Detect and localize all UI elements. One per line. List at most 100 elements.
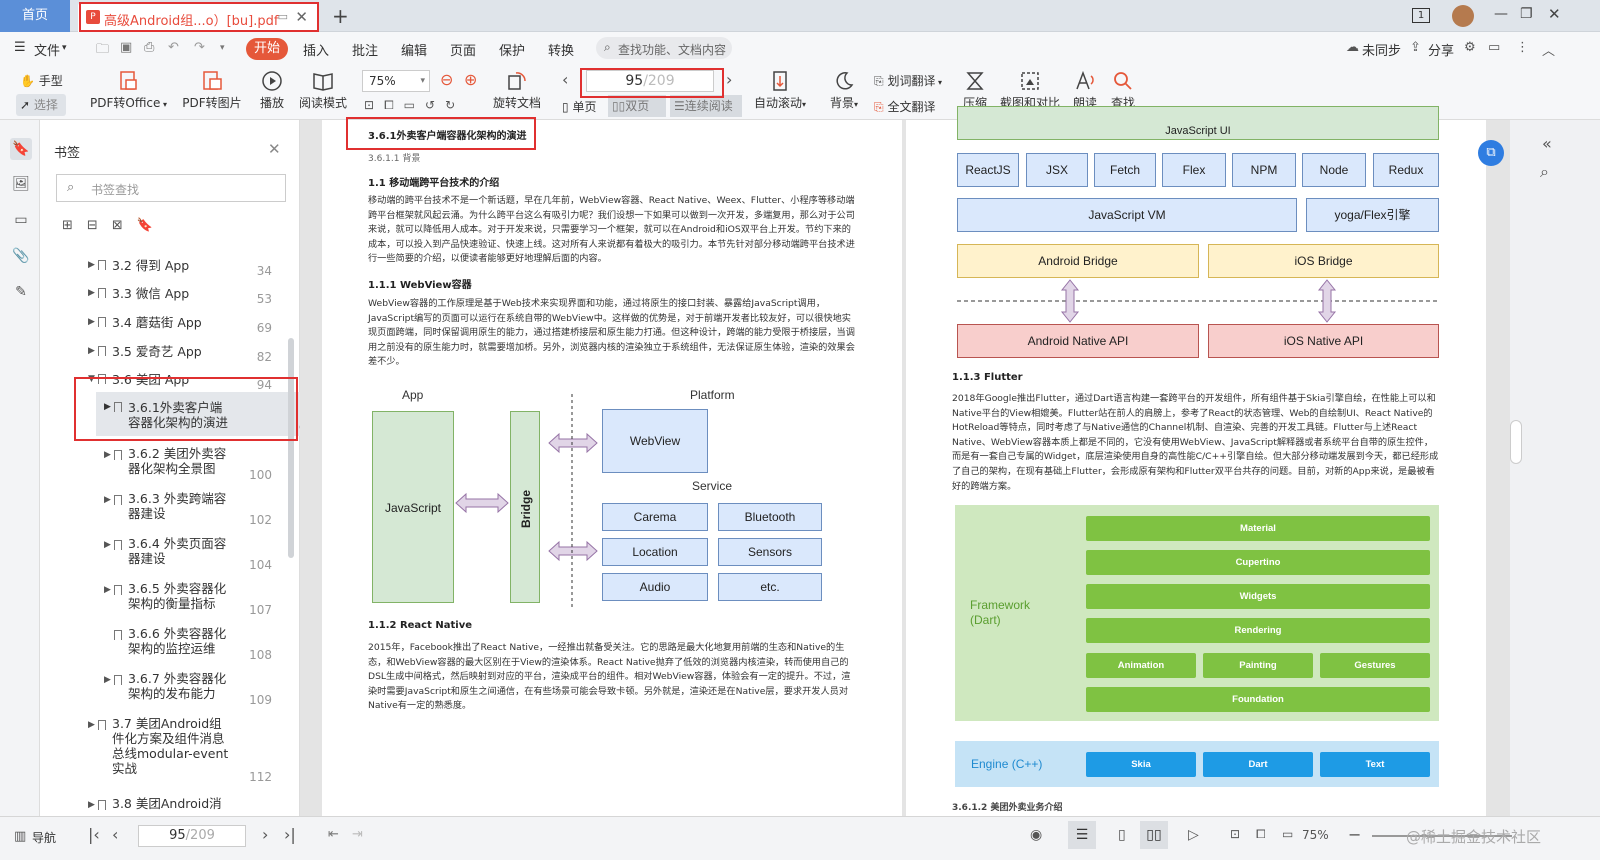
actual-size-icon[interactable]: ⊡ [1230,827,1240,841]
more-menu-icon[interactable]: ⋮ [1516,40,1529,55]
fit-page-icon[interactable]: ⧠ [1256,827,1266,842]
share-icon[interactable]: ⇪ [1410,40,1421,55]
bookmark-item[interactable]: ▶ 3.6.3 外卖跨端容 器建设 102 [40,491,296,535]
full-translate-button[interactable]: ⎘ 全文翻译 [874,98,935,115]
zoom-in-icon[interactable]: ⊕ [464,70,477,89]
chevron-down-icon[interactable]: ▾ [62,43,67,53]
menu-annotate[interactable]: 批注 [352,40,378,59]
bookmark-item[interactable]: ▶ 3.3 微信 App 53 [40,284,296,312]
floating-assistant-icon[interactable]: ⧉ [1478,140,1504,166]
redo-icon[interactable]: ↷ [194,40,205,55]
bookmark-item[interactable]: ▶ 3.6.5 外卖容器化 架构的衡量指标 107 [40,581,296,625]
cloud-sync-icon[interactable]: ☁ [1346,40,1359,55]
rotate-left-icon[interactable]: ↺ [425,98,445,112]
quick-access-chevron-icon[interactable]: ▾ [220,43,225,53]
open-folder-icon[interactable]: 🗀 [96,40,109,62]
tab-home[interactable]: 首页 [0,0,70,32]
first-page-icon[interactable]: |‹ [88,825,100,844]
menu-insert[interactable]: 插入 [303,40,329,59]
word-translate-button[interactable]: ⎘ 划词翻译 ▾ [874,72,942,89]
next-page-icon[interactable]: › [262,825,268,844]
actual-size-icon[interactable]: ⊡ [364,98,384,112]
bookmark-item[interactable]: ▶ 3.5 爱奇艺 App 82 [40,342,296,370]
continuous-view-icon[interactable]: ☰ [1068,821,1096,849]
menu-file[interactable]: 文件 [34,40,60,59]
bookmark-item[interactable]: ▶ 3.6.4 外卖页面容 器建设 104 [40,536,296,580]
auto-scroll-button[interactable]: 自动滚动▾ [752,70,808,111]
forward-icon[interactable]: ⇥ [352,827,363,842]
double-view-icon[interactable]: ▯▯ [1140,821,1168,849]
rotate-doc-button[interactable]: 旋转文档 [492,70,542,111]
thumbnail-panel-icon[interactable]: 🖼 [10,176,32,198]
read-mode-button[interactable]: 阅读模式 [298,70,348,111]
fit-page-icon[interactable]: ⧠ [384,98,404,112]
single-view-icon[interactable]: ▯ [1118,827,1126,843]
bookmark-item[interactable]: ▶ 3.8 美团Android消 [40,796,296,816]
pdf-to-image-button[interactable]: PDF转图片 [180,70,244,111]
restore-icon[interactable]: ❐ [1520,6,1533,22]
continuous-read-button[interactable]: ☰连续阅读 [670,95,742,117]
search-function-input[interactable]: ⌕ 查找功能、文档内容 [596,37,732,59]
rotate-right-icon[interactable]: ↻ [445,98,465,112]
menu-edit[interactable]: 编辑 [401,40,427,59]
next-page-icon[interactable]: › [726,70,732,89]
add-bookmark-icon[interactable]: ⊞ [62,218,87,233]
menu-convert[interactable]: 转换 [548,40,574,59]
fit-width-icon[interactable]: ▭ [404,98,425,112]
prev-page-icon[interactable]: ‹ [112,825,118,844]
comment-icon[interactable]: ▭ [1488,40,1500,55]
bookmark-list-icon[interactable]: ⊠ [112,218,137,233]
window-count-badge[interactable]: 1 [1412,8,1430,23]
settings-gear-icon[interactable]: ⚙ [1464,40,1476,55]
undo-icon[interactable]: ↶ [168,40,179,55]
bookmark-item[interactable]: ▶ 3.2 得到 App 34 [40,256,296,284]
bookmark-icon[interactable]: 🔖 [137,218,167,233]
bookmark-panel-icon[interactable]: 🔖 [10,138,32,160]
crop-compare-button[interactable]: 截图和对比 [1000,70,1060,111]
print-icon[interactable]: ⎙ [144,40,154,55]
zoom-out-icon[interactable]: − [1348,825,1361,844]
play-icon[interactable]: ▷ [1188,827,1199,843]
bookmark-item[interactable]: ▶ 3.4 蘑菇街 App 69 [40,313,296,341]
attachment-icon[interactable]: 📎 [10,248,32,270]
sync-status[interactable]: 未同步 [1362,40,1401,59]
menu-page[interactable]: 页面 [450,40,476,59]
nav-panel-icon[interactable]: ▥ [14,829,26,844]
collapse-ribbon-icon[interactable]: ︿ [1542,40,1555,59]
bookmark-search-input[interactable]: ⌕ 书签查找 [56,174,286,202]
pdf-to-office-button[interactable]: PDF转Office ▾ [90,70,167,111]
eye-protect-icon[interactable]: ◉ [1030,827,1042,843]
status-page-input[interactable]: 95/209 [138,825,246,847]
read-aloud-button[interactable]: 朗读 [1070,70,1100,111]
single-page-button[interactable]: ▯ 单页 [562,98,596,115]
compress-button[interactable]: 压缩 [960,70,990,111]
side-search-icon[interactable]: ⌕ [1540,162,1549,182]
minimize-icon[interactable]: — [1494,6,1508,22]
save-icon[interactable]: ▣ [120,40,132,55]
nav-label[interactable]: 导航 [32,829,56,846]
double-page-button[interactable]: ▯▯双页 [608,95,666,117]
new-tab-button[interactable]: + [332,4,349,28]
last-page-icon[interactable]: ›| [284,825,296,844]
share-button[interactable]: 分享 [1428,40,1454,59]
background-button[interactable]: 背景▾ [826,70,862,111]
play-button[interactable]: 播放 [256,70,288,111]
bookmark-item[interactable]: ▶ 3.6.7 外卖容器化 架构的发布能力 109 [40,671,296,715]
signature-icon[interactable]: ✎ [10,284,32,306]
find-button[interactable]: 查找 [1108,70,1138,111]
bookmark-scrollbar[interactable] [288,338,294,558]
menu-protect[interactable]: 保护 [499,40,525,59]
close-panel-icon[interactable]: ✕ [268,140,281,158]
bookmark-item[interactable]: ▶ 3.7 美团Android组 件化方案及组件消息 总线modular-event 实… [40,716,296,786]
zoom-select[interactable]: 75% ▾ [362,70,430,92]
bookmark-item[interactable]: 3.6.6 外卖容器化 架构的监控运维 108 [40,626,296,670]
zoom-out-icon[interactable]: ⊖ [440,70,453,89]
user-avatar[interactable] [1452,5,1474,27]
hand-tool-button[interactable]: ✋ 手型 [20,72,63,89]
expand-bookmark-icon[interactable]: ⊟ [87,218,112,233]
select-tool-button[interactable]: ➚ 选择 [16,94,66,116]
fit-width-icon[interactable]: ▭ [1282,827,1293,841]
vertical-scrollbar-thumb[interactable] [1510,420,1522,464]
menu-start[interactable]: 开始 [246,38,288,60]
expand-panel-icon[interactable]: « [1542,134,1552,153]
